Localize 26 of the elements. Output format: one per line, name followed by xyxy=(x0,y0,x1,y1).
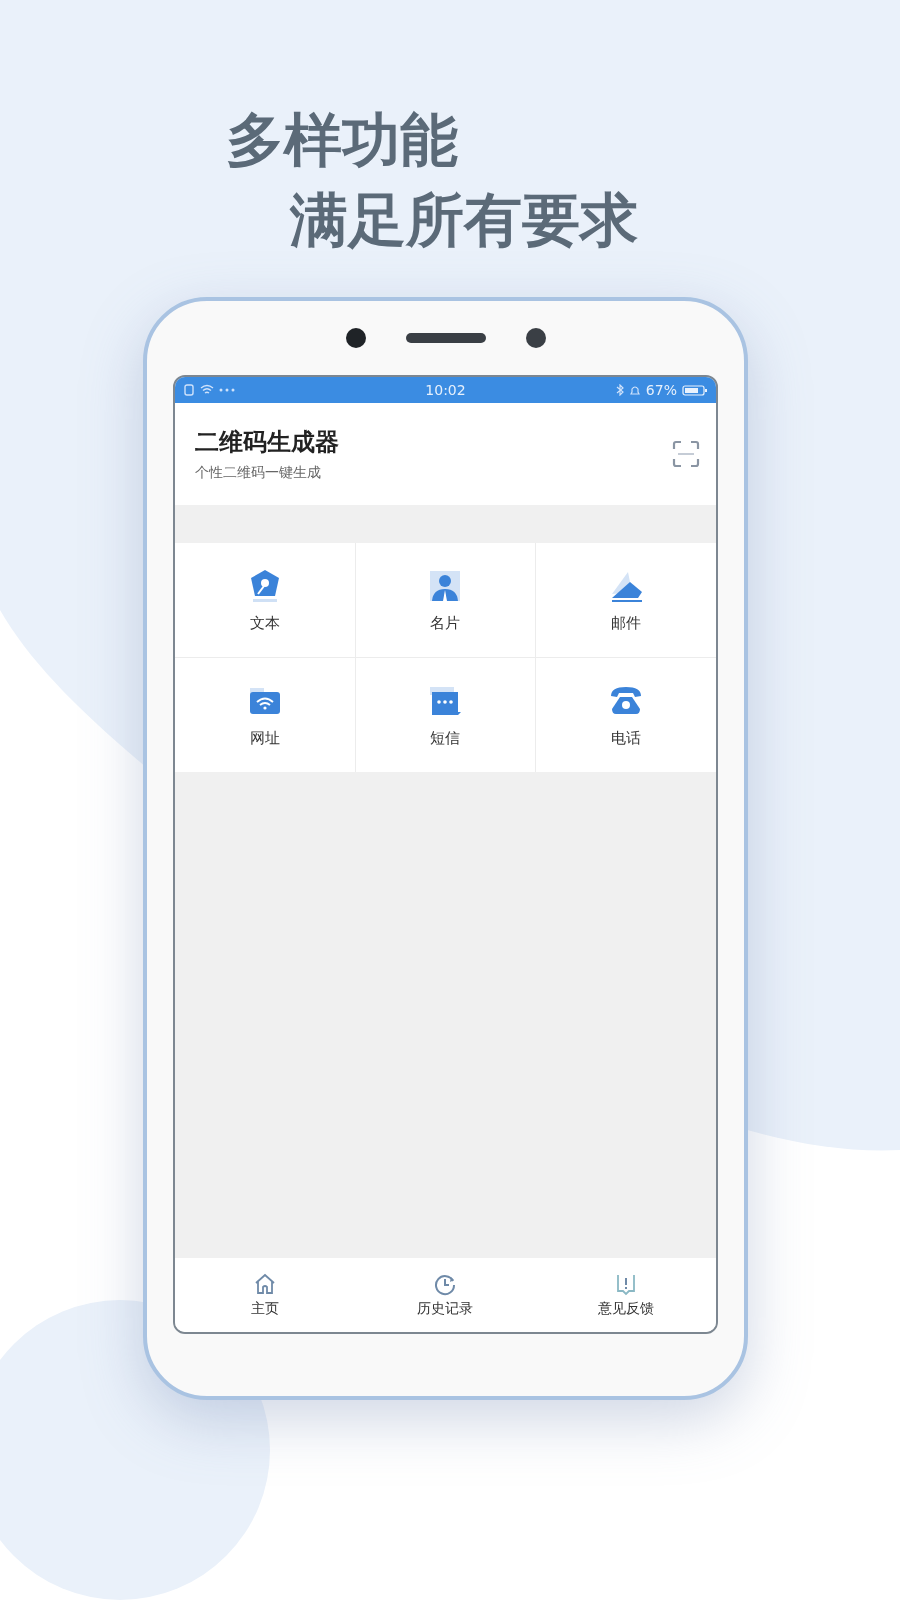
nav-tab[interactable]: 意见反馈 xyxy=(535,1258,716,1332)
app-subtitle: 个性二维码一键生成 xyxy=(195,464,322,482)
sensor-icon xyxy=(525,328,546,348)
feature-tile[interactable]: 文本 xyxy=(175,543,355,657)
wifi-icon xyxy=(200,384,214,396)
headline: 多样功能 xyxy=(226,105,458,176)
feature-tile[interactable]: 网址 xyxy=(175,658,355,772)
feature-tile[interactable]: 名片 xyxy=(355,543,536,657)
feature-tile[interactable]: 短信 xyxy=(355,658,536,772)
app-title: 二维码生成器 xyxy=(195,427,339,458)
speaker-icon xyxy=(405,333,486,343)
nav-tab[interactable]: 历史记录 xyxy=(355,1258,536,1332)
sim-icon xyxy=(183,384,195,396)
history-icon xyxy=(433,1272,458,1296)
battery-icon xyxy=(682,384,708,396)
nav-tab[interactable]: 主页 xyxy=(175,1258,356,1332)
status-time: 10:02 xyxy=(425,382,466,398)
headline: 满足所有要求 xyxy=(290,185,638,256)
feature-tile[interactable]: 电话 xyxy=(536,658,716,772)
feature-tile[interactable]: 邮件 xyxy=(536,543,716,657)
scan-icon[interactable] xyxy=(672,440,700,468)
camera-icon xyxy=(345,328,366,348)
bluetooth-icon xyxy=(615,384,624,396)
alarm-icon xyxy=(628,384,641,396)
battery-percent: 67% xyxy=(645,382,677,398)
more-icon xyxy=(219,388,235,392)
